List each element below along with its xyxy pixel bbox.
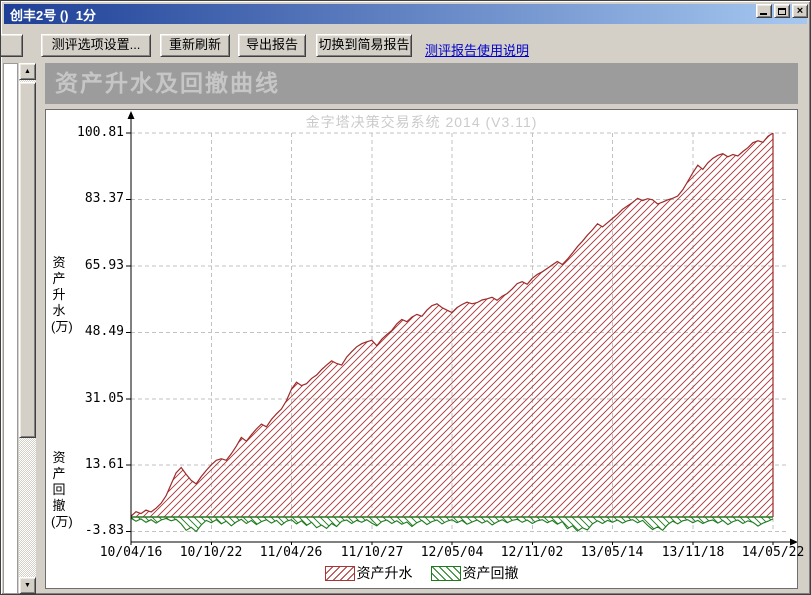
x-tick-label: 11/10/27 (340, 545, 404, 560)
scroll-up-icon: ▲ (24, 68, 31, 75)
evaluation-settings-button[interactable]: 测评选项设置... (41, 34, 151, 57)
titlebar[interactable]: 创丰2号 () 1分 (4, 4, 807, 24)
y-tick-label: 83.37 (84, 191, 124, 206)
x-tick-label: 14/05/22 (741, 545, 805, 560)
scroll-down-icon: ▼ (24, 582, 31, 589)
red-hatch-swatch-icon (324, 565, 355, 581)
x-tick-label: 10/10/22 (179, 545, 243, 560)
green-hatch-swatch-icon (430, 565, 461, 581)
scroll-down-button[interactable]: ▼ (19, 577, 36, 594)
vertical-scrollbar[interactable]: ▲ ▼ (19, 63, 36, 594)
report-side-panel (3, 63, 18, 594)
x-tick-label: 12/05/04 (420, 545, 484, 560)
y-axis-arrow (127, 111, 135, 119)
close-button[interactable]: × (792, 4, 808, 18)
scroll-up-button[interactable]: ▲ (19, 63, 36, 80)
scrollbar-thumb[interactable] (19, 82, 36, 438)
plot-svg (126, 111, 797, 546)
x-tick-label: 13/11/18 (661, 545, 725, 560)
app-window: 创丰2号 () 1分 × 测评选项设置... 重新刷新 导出报告 切换到简易报告… (0, 0, 811, 595)
report-help-link[interactable]: 测评报告使用说明 (425, 40, 529, 59)
section-title: 资产升水及回撤曲线 (45, 63, 798, 104)
minimize-icon (760, 13, 767, 15)
window-controls: × (756, 4, 808, 18)
maximize-icon (778, 7, 786, 15)
export-report-button[interactable]: 导出报告 (238, 34, 306, 57)
window-title: 创丰2号 () 1分 (10, 7, 96, 23)
y-tick-label: 100.81 (77, 125, 124, 140)
chart-legend: 资产升水 资产回撤 (324, 563, 519, 583)
x-tick-label: 12/11/02 (500, 545, 564, 560)
refresh-button[interactable]: 重新刷新 (160, 34, 230, 57)
x-tick-label: 11/04/26 (259, 545, 323, 560)
partial-toolbar-button[interactable] (1, 34, 23, 57)
y-tick-label: 31.05 (84, 391, 124, 406)
legend-item-drawdown: 资产回撤 (430, 563, 519, 583)
legend-label: 资产回撤 (462, 565, 519, 581)
close-icon: × (796, 5, 804, 17)
minimize-button[interactable] (756, 4, 772, 18)
maximize-button[interactable] (774, 4, 790, 18)
switch-simple-report-button[interactable]: 切换到简易报告 (316, 34, 412, 57)
y-axis-title-upper: 资产升水(万) (51, 255, 73, 334)
legend-label: 资产升水 (356, 565, 413, 581)
x-tick-label: 13/05/14 (580, 545, 644, 560)
legend-item-premium: 资产升水 (324, 563, 413, 583)
y-axis-title-lower: 资产回撤(万) (51, 450, 73, 529)
x-tick-label: 10/04/16 (99, 545, 163, 560)
chart-area: 金字塔决策交易系统 2014 (V3.11) 100.81 83.37 65.9… (45, 109, 804, 589)
